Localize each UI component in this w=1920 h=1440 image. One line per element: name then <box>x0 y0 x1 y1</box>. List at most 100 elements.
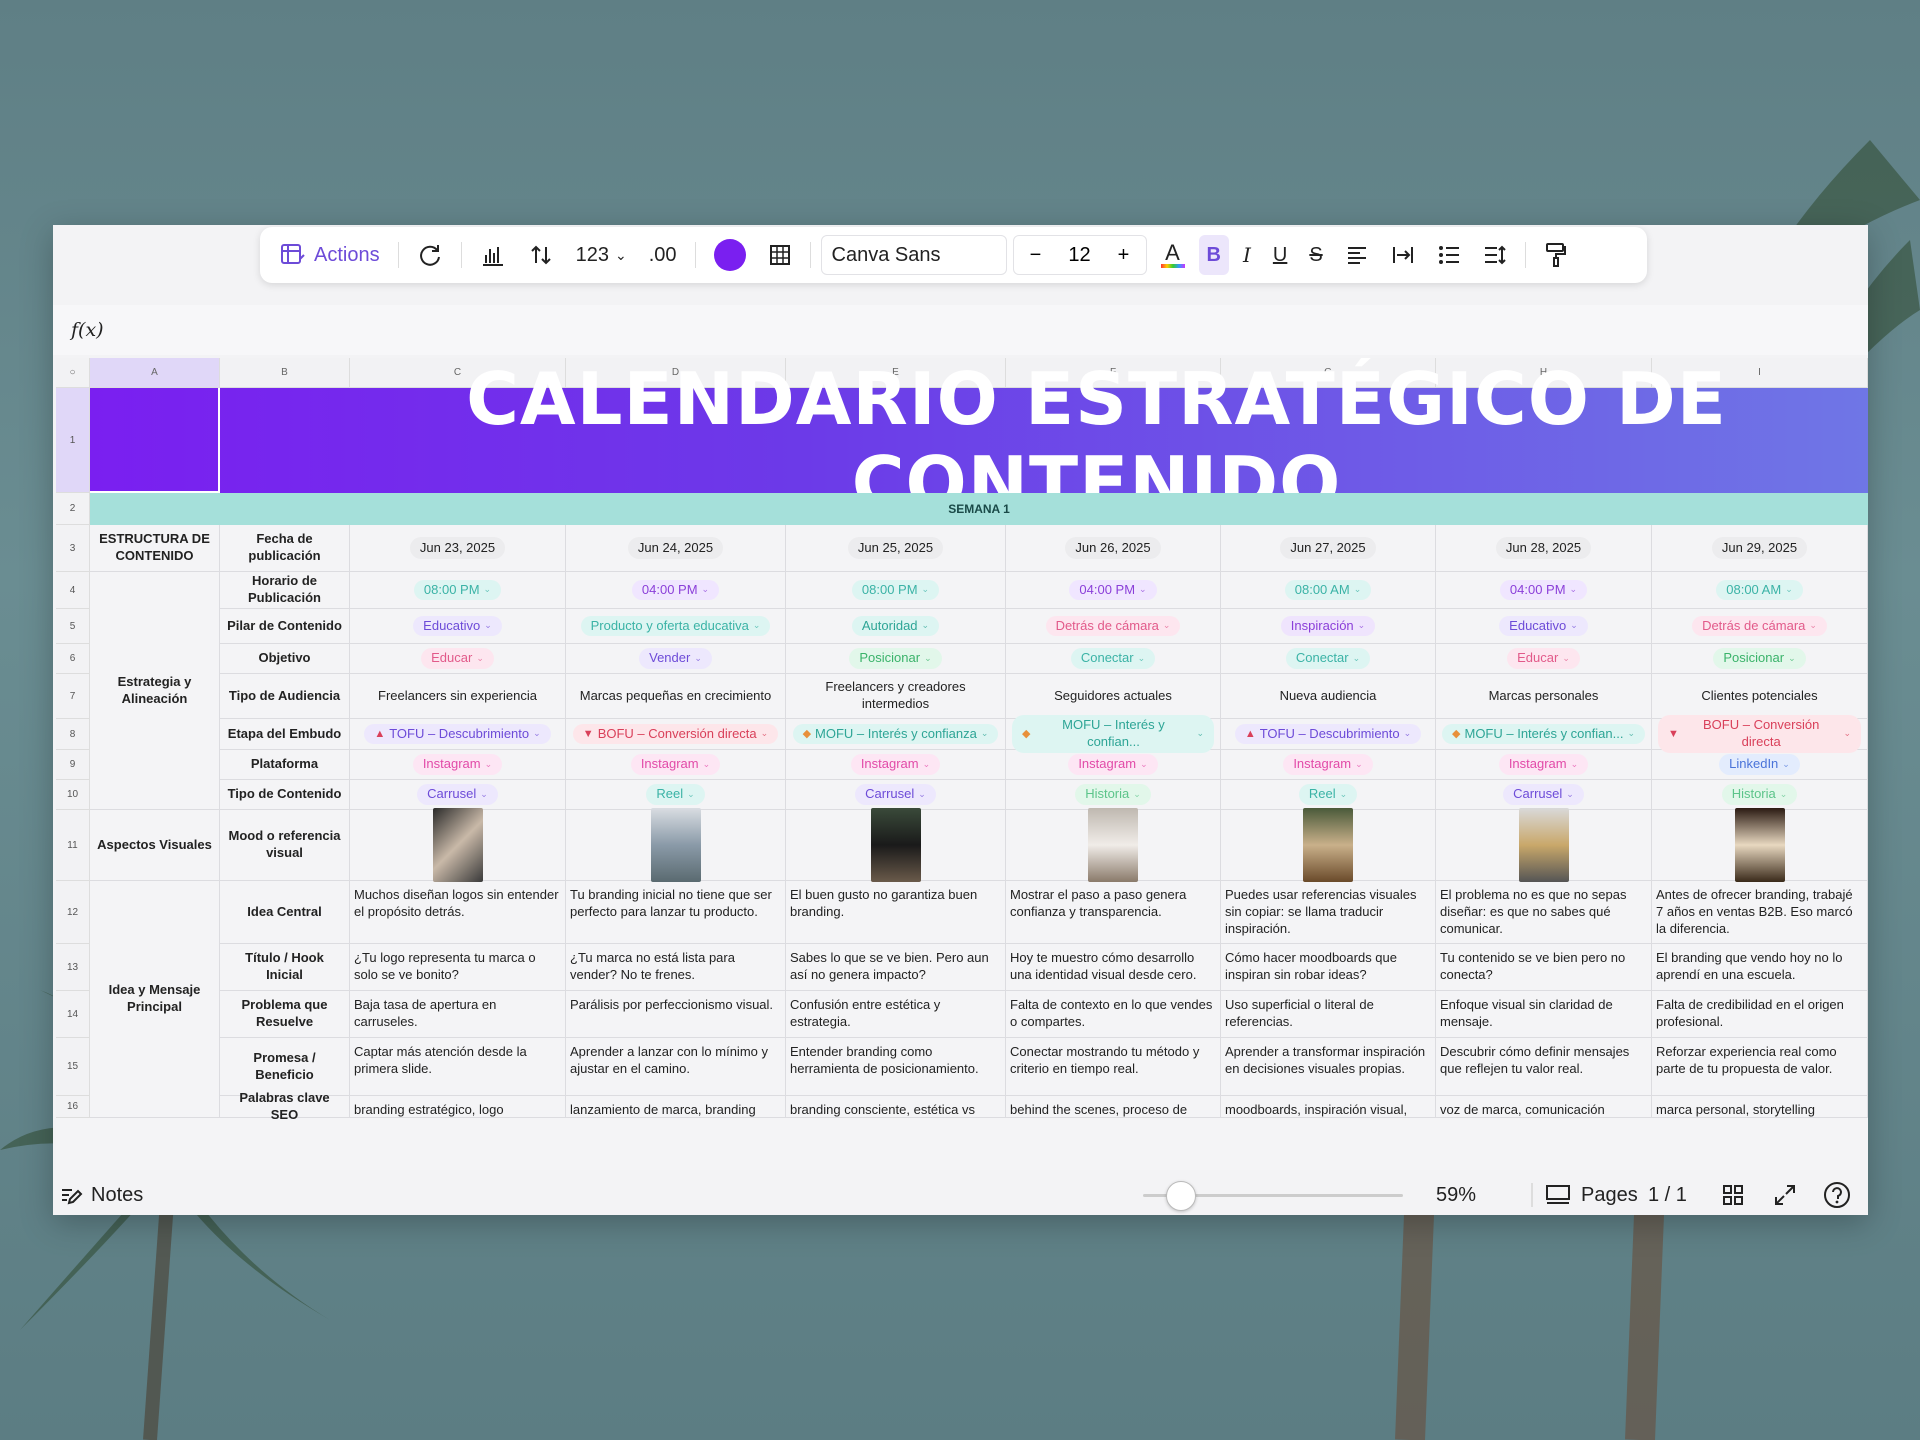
content-type-chip[interactable]: Historia ⌄ <box>1721 784 1798 805</box>
promesa-cell[interactable]: Captar más atención desde la primera sli… <box>350 1038 566 1096</box>
idea-cell[interactable]: Puedes usar referencias visuales sin cop… <box>1221 881 1436 944</box>
formula-bar[interactable]: f(x) <box>53 305 1868 355</box>
pillar-chip[interactable]: Autoridad ⌄ <box>851 615 940 637</box>
funnel-chip[interactable]: ◆ MOFU – Interés y confian... ⌄ <box>1442 723 1645 745</box>
funnel-chip[interactable]: ▲ TOFU – Descubrimiento ⌄ <box>364 723 551 745</box>
audience-cell[interactable]: Seguidores actuales <box>1006 674 1221 719</box>
date-cell[interactable]: Jun 29, 2025 <box>1652 525 1868 572</box>
date-pill[interactable]: Jun 26, 2025 <box>1065 536 1161 560</box>
increase-size-button[interactable]: + <box>1102 244 1146 267</box>
row-label-embudo[interactable]: Etapa del Embudo <box>220 719 350 750</box>
actions-button[interactable]: Actions <box>272 235 388 275</box>
mood-reference-image[interactable] <box>870 808 921 882</box>
platform-chip[interactable]: Instagram ⌄ <box>1498 754 1589 775</box>
problema-cell[interactable]: Enfoque visual sin claridad de mensaje. <box>1436 991 1652 1038</box>
platform-cell[interactable]: Instagram ⌄ <box>566 750 786 780</box>
bullet-list-button[interactable] <box>1429 235 1469 275</box>
audience-cell[interactable]: Nueva audiencia <box>1221 674 1436 719</box>
date-pill[interactable]: Jun 28, 2025 <box>1495 536 1592 560</box>
audience-cell[interactable]: Clientes potenciales <box>1652 674 1868 719</box>
content-type-chip[interactable]: Carrusel ⌄ <box>417 784 498 805</box>
help-icon[interactable] <box>1823 1181 1851 1209</box>
mood-reference-image[interactable] <box>650 808 701 882</box>
number-format-dropdown[interactable]: 123 ⌄ <box>568 235 635 275</box>
borders-button[interactable] <box>760 235 800 275</box>
seo-cell[interactable]: moodboards, inspiración visual, <box>1221 1096 1436 1118</box>
date-cell[interactable]: Jun 23, 2025 <box>350 525 566 572</box>
platform-chip[interactable]: Instagram ⌄ <box>850 754 941 775</box>
audience-cell[interactable]: Freelancers y creadores intermedios <box>786 674 1006 719</box>
pillar-cell[interactable]: Producto y oferta educativa ⌄ <box>566 609 786 644</box>
pillar-cell[interactable]: Educativo ⌄ <box>350 609 566 644</box>
objective-chip[interactable]: Educar ⌄ <box>421 648 494 669</box>
row-label-mood[interactable]: Mood o referencia visual <box>220 810 350 881</box>
row-label-plataforma[interactable]: Plataforma <box>220 750 350 780</box>
content-type-chip[interactable]: Reel ⌄ <box>646 784 705 805</box>
date-cell[interactable]: Jun 25, 2025 <box>786 525 1006 572</box>
promesa-cell[interactable]: Aprender a transformar inspiración en de… <box>1221 1038 1436 1096</box>
idea-cell[interactable]: El problema no es que no sepas diseñar: … <box>1436 881 1652 944</box>
row-header[interactable]: 16 <box>56 1096 90 1118</box>
pages-button[interactable]: Pages <box>1531 1184 1638 1207</box>
zoom-slider-handle[interactable] <box>1166 1181 1196 1211</box>
pillar-chip[interactable]: Inspiración ⌄ <box>1280 615 1376 637</box>
audience-cell[interactable]: Freelancers sin experiencia <box>350 674 566 719</box>
time-cell[interactable]: 08:00 AM ⌄ <box>1221 572 1436 609</box>
group-estructura[interactable]: ESTRUCTURA DE CONTENIDO <box>90 525 220 572</box>
row-label-pilar[interactable]: Pilar de Contenido <box>220 609 350 644</box>
fullscreen-icon[interactable] <box>1773 1183 1797 1207</box>
seo-cell[interactable]: marca personal, storytelling <box>1652 1096 1868 1118</box>
content-type-cell[interactable]: Historia ⌄ <box>1652 780 1868 810</box>
font-size-value[interactable]: 12 <box>1058 244 1102 267</box>
objective-cell[interactable]: Educar ⌄ <box>1436 644 1652 674</box>
platform-cell[interactable]: Instagram ⌄ <box>1006 750 1221 780</box>
sort-button[interactable] <box>520 235 562 275</box>
idea-cell[interactable]: El buen gusto no garantiza buen branding… <box>786 881 1006 944</box>
objective-chip[interactable]: Vender ⌄ <box>639 648 712 669</box>
funnel-cell[interactable]: ◆ MOFU – Interés y confianza ⌄ <box>786 719 1006 750</box>
time-cell[interactable]: 04:00 PM ⌄ <box>1436 572 1652 609</box>
text-wrap-button[interactable] <box>1383 235 1423 275</box>
row-label-seo[interactable]: Palabras clave SEO <box>220 1090 350 1122</box>
group-visual[interactable]: Aspectos Visuales <box>90 810 220 881</box>
mood-cell[interactable] <box>1652 808 1868 882</box>
content-type-cell[interactable]: Historia ⌄ <box>1006 780 1221 810</box>
objective-cell[interactable]: Conectar ⌄ <box>1006 644 1221 674</box>
funnel-chip[interactable]: ▼ BOFU – Conversión directa ⌄ <box>1658 715 1861 753</box>
idea-cell[interactable]: Antes de ofrecer branding, trabajé 7 año… <box>1652 881 1868 944</box>
date-cell[interactable]: Jun 27, 2025 <box>1221 525 1436 572</box>
mood-cell[interactable] <box>1006 808 1221 882</box>
pillar-cell[interactable]: Educativo ⌄ <box>1436 609 1652 644</box>
platform-chip[interactable]: Instagram ⌄ <box>412 754 503 775</box>
row-header[interactable]: 3 <box>56 525 90 572</box>
pillar-cell[interactable]: Detrás de cámara ⌄ <box>1652 609 1868 644</box>
row-label-idea[interactable]: Idea Central <box>220 881 350 944</box>
time-chip[interactable]: 08:00 PM ⌄ <box>851 579 940 601</box>
format-painter-button[interactable] <box>1536 235 1576 275</box>
pillar-cell[interactable]: Autoridad ⌄ <box>786 609 1006 644</box>
objective-chip[interactable]: Educar ⌄ <box>1507 648 1580 669</box>
pillar-chip[interactable]: Educativo ⌄ <box>1499 615 1588 637</box>
problema-cell[interactable]: Confusión entre estética y estrategia. <box>786 991 1006 1038</box>
funnel-cell[interactable]: ◆ MOFU – Interés y confian... ⌄ <box>1436 719 1652 750</box>
objective-cell[interactable]: Posicionar ⌄ <box>786 644 1006 674</box>
pillar-cell[interactable]: Detrás de cámara ⌄ <box>1006 609 1221 644</box>
select-all-corner[interactable]: ○ <box>56 358 90 388</box>
platform-chip[interactable]: Instagram ⌄ <box>1068 754 1158 775</box>
time-chip[interactable]: 08:00 PM ⌄ <box>413 579 502 601</box>
notes-button[interactable]: Notes <box>59 1184 143 1207</box>
date-cell[interactable]: Jun 28, 2025 <box>1436 525 1652 572</box>
audience-cell[interactable]: Marcas personales <box>1436 674 1652 719</box>
row-label-audiencia[interactable]: Tipo de Audiencia <box>220 674 350 719</box>
time-cell[interactable]: 04:00 PM ⌄ <box>1006 572 1221 609</box>
row-header[interactable]: 11 <box>56 810 90 881</box>
funnel-chip[interactable]: ▲ TOFU – Descubrimiento ⌄ <box>1234 723 1422 745</box>
strikethrough-button[interactable]: S <box>1301 235 1330 275</box>
content-type-cell[interactable]: Reel ⌄ <box>566 780 786 810</box>
mood-cell[interactable] <box>786 808 1006 882</box>
mood-reference-image[interactable] <box>1734 808 1785 882</box>
promesa-cell[interactable]: Conectar mostrando tu método y criterio … <box>1006 1038 1221 1096</box>
objective-chip[interactable]: Posicionar ⌄ <box>1713 648 1806 669</box>
seo-cell[interactable]: lanzamiento de marca, branding <box>566 1096 786 1118</box>
text-color-button[interactable]: A <box>1153 235 1193 275</box>
